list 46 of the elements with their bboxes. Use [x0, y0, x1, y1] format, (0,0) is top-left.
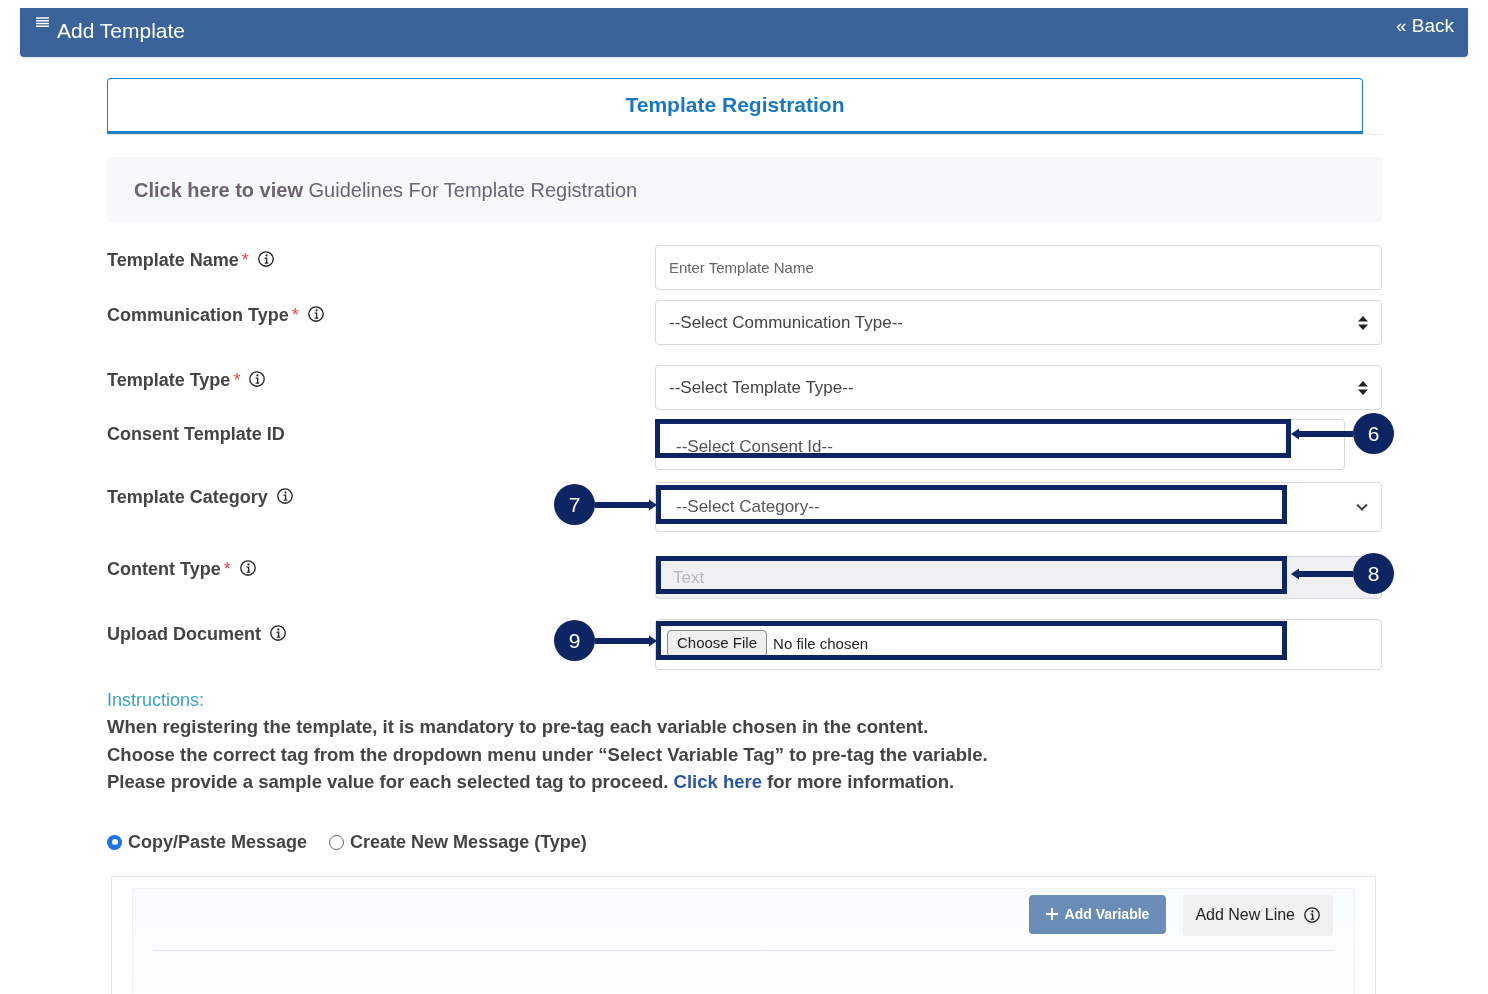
- add-new-line-button[interactable]: Add New Line: [1183, 894, 1333, 936]
- info-link[interactable]: Click here: [673, 771, 762, 792]
- radio-button[interactable]: [329, 834, 345, 850]
- instructions-heading: Instructions:: [107, 689, 206, 712]
- input-field[interactable]: Enter Template Name: [655, 245, 1382, 290]
- select-field[interactable]: --Select Communication Type--: [655, 300, 1382, 345]
- field-label: Consent Template ID: [107, 423, 285, 446]
- field-label: Template Category: [107, 486, 268, 509]
- back-link[interactable]: « Back: [1395, 8, 1454, 41]
- callout-badge: 6: [1353, 413, 1394, 454]
- field-label: Communication Type: [107, 304, 289, 327]
- field-label: Upload Document: [107, 623, 261, 646]
- choose-file-button[interactable]: Choose File: [667, 630, 768, 657]
- callout-badge: 7: [554, 484, 595, 525]
- field-label: Template Name: [107, 249, 239, 272]
- callout-badge: 9: [554, 620, 595, 661]
- info-icon[interactable]: [256, 250, 275, 268]
- field-label: Template Type: [107, 369, 231, 392]
- required-mark: *: [223, 558, 231, 581]
- sort-icon: [1358, 380, 1368, 395]
- info-icon[interactable]: [269, 624, 287, 642]
- required-mark: *: [291, 304, 299, 327]
- radio-button[interactable]: [107, 834, 122, 850]
- plus-icon: [1045, 908, 1058, 920]
- radio-option[interactable]: Create New Message (Type): [329, 828, 587, 856]
- info-icon[interactable]: [248, 370, 267, 388]
- instruction-text: When registering the template, it is mandatory to pre-tag each variable chosen in the content.: [107, 715, 930, 739]
- instruction-text: Choose the correct tag from the dropdown menu under “Select Variable Tag” to pre-tag the variable.: [107, 742, 989, 767]
- tab[interactable]: Template Registration: [107, 78, 1363, 134]
- info-icon[interactable]: [275, 487, 294, 505]
- chevron-down-icon: [1356, 503, 1368, 511]
- info-icon[interactable]: [1303, 906, 1321, 924]
- required-mark: *: [241, 249, 249, 272]
- sort-icon: [1358, 315, 1368, 330]
- callout-badge: 8: [1353, 553, 1394, 594]
- instruction-text: Please provide a sample value for each selected tag to proceed. Click here for more information.: [107, 770, 956, 794]
- info-icon[interactable]: [238, 559, 257, 577]
- file-status: No file chosen: [773, 634, 869, 654]
- required-mark: *: [233, 369, 241, 392]
- radio-option[interactable]: Copy/Paste Message: [107, 828, 308, 856]
- select-field[interactable]: --Select Template Type--: [655, 365, 1382, 410]
- guidelines-link[interactable]: Click here to view Guidelines For Template Registration: [134, 174, 638, 205]
- page-title: Add Template: [57, 18, 186, 44]
- info-icon[interactable]: [306, 305, 325, 323]
- field-label: Content Type: [107, 558, 221, 581]
- menu-icon[interactable]: [36, 17, 49, 28]
